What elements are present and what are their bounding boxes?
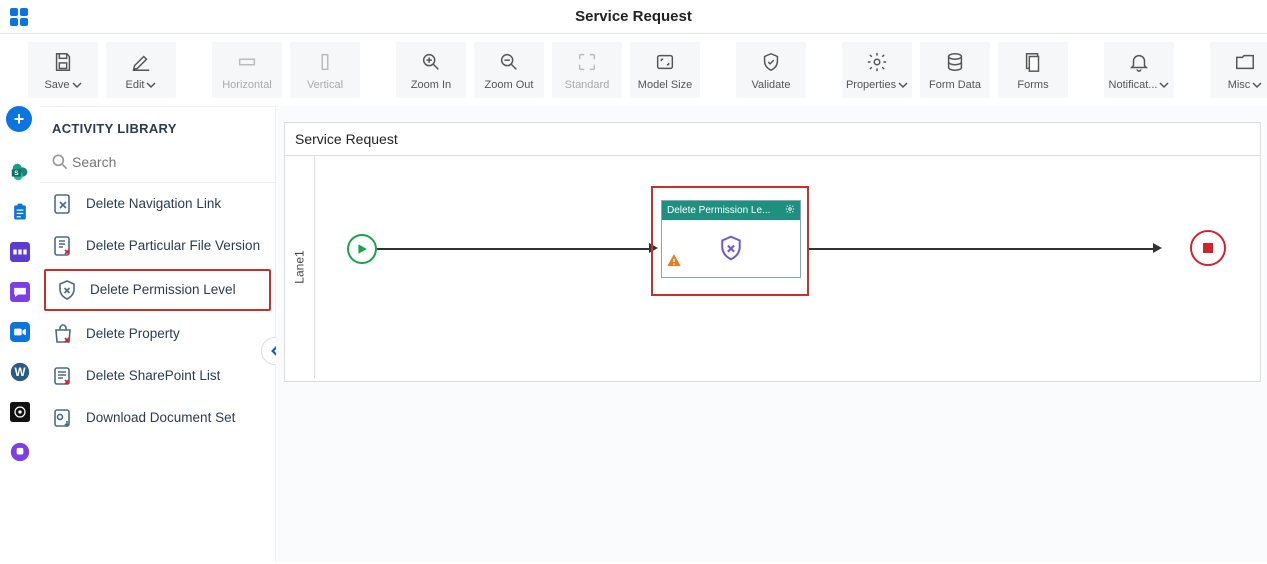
zoom-out-button[interactable]: Zoom Out (474, 42, 544, 98)
left-rail: + S W (0, 106, 40, 562)
activity-label: Delete SharePoint List (86, 368, 220, 385)
bag-x-icon (50, 321, 76, 347)
download-gear-icon (50, 405, 76, 431)
search-icon (50, 152, 70, 172)
end-event[interactable] (1190, 230, 1226, 266)
activity-label: Delete Navigation Link (86, 196, 221, 213)
validate-button[interactable]: Validate (736, 42, 806, 98)
shield-x-icon (716, 233, 746, 263)
activity-delete-file-version[interactable]: Delete Particular File Version (40, 225, 275, 267)
vertical-label: Vertical (307, 79, 343, 91)
model-size-button[interactable]: Model Size (630, 42, 700, 98)
stop-icon (1203, 243, 1213, 253)
misc-button[interactable]: Misc (1210, 42, 1267, 98)
notifications-button[interactable]: Notificat... (1104, 42, 1174, 98)
add-button[interactable]: + (6, 106, 32, 132)
process-pool[interactable]: Service Request Lane1 Delete Permission … (284, 122, 1261, 382)
edit-label: Edit (126, 79, 145, 91)
flow-icon[interactable] (8, 240, 32, 264)
sidebar-title: ACTIVITY LIBRARY (40, 107, 275, 146)
gear-icon[interactable] (785, 204, 795, 217)
standard-button: Standard (552, 42, 622, 98)
save-button[interactable]: Save (28, 42, 98, 98)
validate-label: Validate (752, 79, 791, 91)
task-selection-frame: Delete Permission Le... (651, 186, 809, 296)
wordpress-icon[interactable]: W (8, 360, 32, 384)
api-icon[interactable] (8, 400, 32, 424)
chat-icon[interactable] (8, 280, 32, 304)
properties-button[interactable]: Properties (842, 42, 912, 98)
activity-label: Delete Particular File Version (86, 238, 260, 255)
forms-label: Forms (1017, 79, 1048, 91)
shield-x-icon (54, 277, 80, 303)
edit-button[interactable]: Edit (106, 42, 176, 98)
activity-label: Delete Permission Level (90, 282, 236, 299)
play-icon (356, 243, 368, 255)
svg-text:W: W (14, 366, 25, 379)
file-version-x-icon (50, 233, 76, 259)
form-data-button[interactable]: Form Data (920, 42, 990, 98)
activity-delete-sharepoint-list[interactable]: Delete SharePoint List (40, 355, 275, 397)
standard-label: Standard (565, 79, 610, 91)
svg-text:S: S (14, 170, 19, 177)
plugin-icon[interactable] (8, 440, 32, 464)
form-data-label: Form Data (929, 79, 981, 91)
horizontal-button: Horizontal (212, 42, 282, 98)
properties-label: Properties (846, 79, 896, 91)
chevron-down-icon (72, 80, 82, 90)
activity-label: Download Document Set (86, 410, 235, 427)
apps-icon[interactable] (0, 7, 38, 27)
activity-delete-property[interactable]: Delete Property (40, 313, 275, 355)
horizontal-label: Horizontal (222, 79, 272, 91)
misc-label: Misc (1228, 79, 1251, 91)
connector (377, 248, 653, 250)
canvas-area[interactable]: Service Request Lane1 Delete Permission … (276, 106, 1267, 562)
activity-delete-navigation-link[interactable]: Delete Navigation Link (40, 183, 275, 225)
start-event[interactable] (347, 234, 377, 264)
clipboard-icon[interactable] (8, 200, 32, 224)
connector (809, 248, 1157, 250)
pool-title: Service Request (285, 123, 1260, 156)
activity-download-document-set[interactable]: Download Document Set (40, 397, 275, 439)
zoom-in-label: Zoom In (411, 79, 451, 91)
zoom-out-label: Zoom Out (485, 79, 534, 91)
toolbar: Save Edit Horizontal Vertical Zoom In Zo… (0, 34, 1267, 106)
file-x-icon (50, 191, 76, 217)
list-x-icon (50, 363, 76, 389)
activity-delete-permission-level[interactable]: Delete Permission Level (44, 269, 271, 311)
page-title: Service Request (38, 8, 1229, 25)
chevron-down-icon (1159, 80, 1169, 90)
chevron-down-icon (898, 80, 908, 90)
notifications-label: Notificat... (1109, 79, 1158, 91)
arrow-icon (1153, 243, 1162, 253)
video-icon[interactable] (8, 320, 32, 344)
sharepoint-icon[interactable]: S (8, 160, 32, 184)
chevron-down-icon (146, 80, 156, 90)
warning-icon (666, 252, 682, 273)
save-label: Save (44, 79, 69, 91)
search-input[interactable] (70, 150, 265, 174)
model-size-label: Model Size (638, 79, 692, 91)
vertical-button: Vertical (290, 42, 360, 98)
activity-label: Delete Property (86, 326, 180, 343)
lane-label: Lane1 (285, 156, 315, 378)
chevron-down-icon (1252, 80, 1262, 90)
zoom-in-button[interactable]: Zoom In (396, 42, 466, 98)
task-title: Delete Permission Le... (667, 205, 770, 216)
activity-library-panel: ACTIVITY LIBRARY Delete Navigation Link … (40, 106, 276, 562)
task-delete-permission-level[interactable]: Delete Permission Le... (661, 200, 801, 278)
forms-button[interactable]: Forms (998, 42, 1068, 98)
